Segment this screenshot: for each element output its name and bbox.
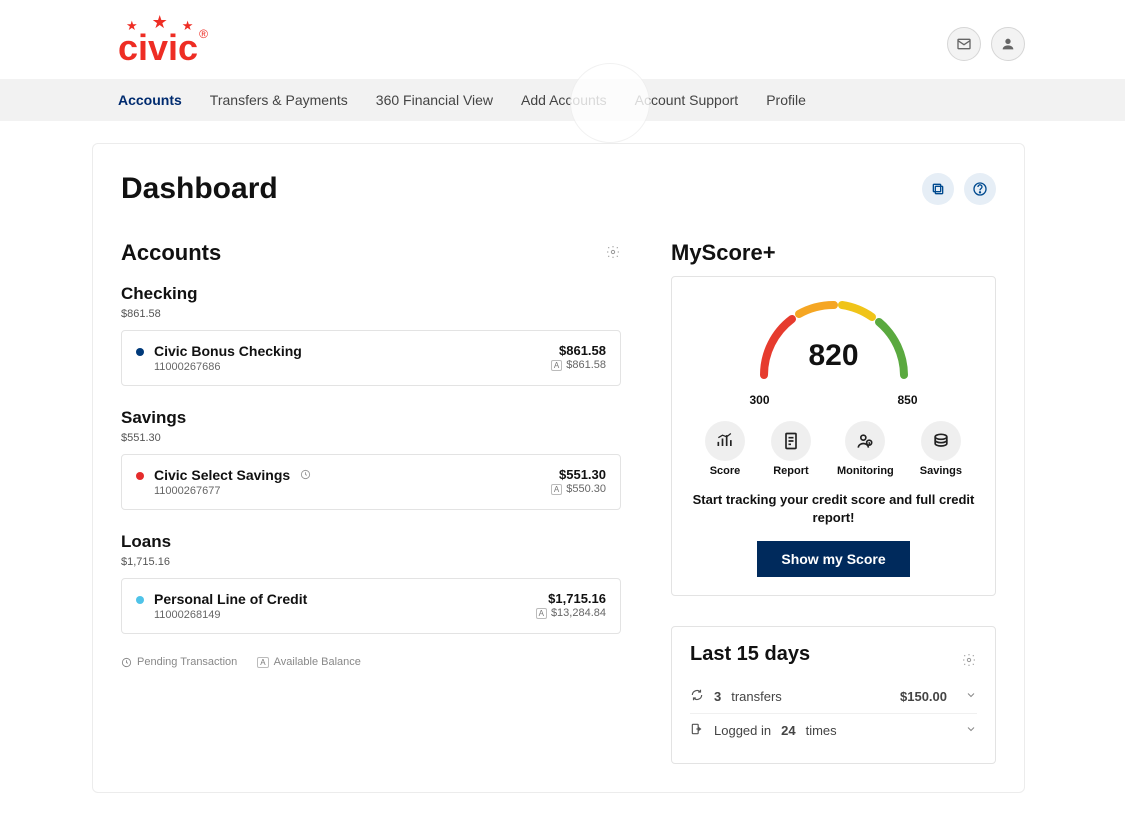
last15-settings-button[interactable] [961, 652, 977, 671]
account-row[interactable]: Civic Select Savings 11000267677 $551.30 A $… [121, 454, 621, 510]
activity-count: 3 [714, 689, 721, 704]
clock-icon [300, 469, 311, 483]
score-min: 300 [750, 393, 770, 407]
account-available: $550.30 [566, 483, 606, 495]
account-available: $13,284.84 [551, 607, 606, 619]
score-value: 820 [744, 339, 924, 373]
mail-button[interactable] [947, 27, 981, 61]
account-number: 11000268149 [154, 609, 307, 621]
activity-count: 24 [781, 723, 795, 738]
last-15-title: Last 15 days [690, 643, 810, 666]
logo-text: civic [118, 27, 198, 68]
page-title: Dashboard [121, 172, 278, 206]
copy-icon [930, 181, 946, 197]
login-icon [690, 722, 704, 739]
group-title-savings: Savings [121, 408, 621, 428]
show-score-button[interactable]: Show my Score [757, 541, 909, 577]
bars-icon [705, 421, 745, 461]
account-name: Civic Bonus Checking [154, 343, 302, 359]
account-name: Civic Select Savings [154, 467, 311, 483]
account-available: $861.58 [566, 359, 606, 371]
account-dot-icon [136, 472, 144, 480]
chevron-down-icon[interactable] [965, 723, 977, 738]
group-total: $1,715.16 [121, 556, 621, 568]
score-gauge: 820 [744, 295, 924, 385]
score-action-label: Report [773, 465, 808, 477]
gear-icon [605, 244, 621, 260]
nav-account-support[interactable]: Account Support [635, 79, 739, 121]
profile-button[interactable] [991, 27, 1025, 61]
available-badge-icon: A [536, 608, 547, 619]
account-number: 11000267677 [154, 485, 311, 497]
account-number: 11000267686 [154, 361, 302, 373]
help-icon [972, 181, 988, 197]
legend-pending: Pending Transaction [121, 656, 237, 668]
legend-available: A Available Balance [257, 656, 361, 668]
myscore-heading: MyScore+ [671, 240, 996, 266]
activity-row[interactable]: 3transfers$150.00 [690, 680, 977, 713]
main-nav: Accounts Transfers & Payments 360 Financia… [0, 79, 1125, 121]
group-total: $551.30 [121, 432, 621, 444]
copy-button[interactable] [922, 173, 954, 205]
activity-amount: $150.00 [900, 689, 947, 704]
activity-row[interactable]: Logged in24times [690, 713, 977, 747]
registered-icon: ® [199, 27, 208, 41]
nav-highlight-circle [570, 63, 650, 143]
account-balance: $551.30 [551, 467, 606, 482]
help-button[interactable] [964, 173, 996, 205]
score-action-label: Savings [920, 465, 962, 477]
chevron-down-icon[interactable] [965, 689, 977, 704]
refresh-icon [690, 688, 704, 705]
myscore-card: 820 300 850 Score Report Monitoring Savings… [671, 276, 996, 596]
mail-icon [956, 36, 972, 52]
gear-icon [961, 652, 977, 668]
score-max: 850 [897, 393, 917, 407]
group-title-checking: Checking [121, 284, 621, 304]
civic-logo: ★ ★ ★ civic® [118, 18, 208, 69]
score-action-savings[interactable]: Savings [920, 421, 962, 477]
available-badge-icon: A [551, 484, 562, 495]
account-dot-icon [136, 596, 144, 604]
person-icon [845, 421, 885, 461]
group-total: $861.58 [121, 308, 621, 320]
account-name: Personal Line of Credit [154, 591, 307, 607]
group-title-loans: Loans [121, 532, 621, 552]
nav--financial-view[interactable]: 360 Financial View [376, 79, 493, 121]
myscore-text: Start tracking your credit score and ful… [692, 491, 975, 527]
account-balance: $861.58 [551, 343, 606, 358]
clock-icon [121, 657, 132, 668]
account-row[interactable]: Personal Line of Credit 11000268149 $1,715… [121, 578, 621, 634]
nav-accounts[interactable]: Accounts [118, 79, 182, 121]
score-action-monitoring[interactable]: Monitoring [837, 421, 894, 477]
coins-icon [921, 421, 961, 461]
score-action-label: Monitoring [837, 465, 894, 477]
account-row[interactable]: Civic Bonus Checking 11000267686 $861.58 A $… [121, 330, 621, 386]
score-action-score[interactable]: Score [705, 421, 745, 477]
score-action-label: Score [710, 465, 741, 477]
account-balance: $1,715.16 [536, 591, 606, 606]
accounts-heading: Accounts [121, 240, 221, 266]
last-15-card: Last 15 days 3transfers$150.00Logged in2… [671, 626, 996, 764]
available-badge-icon: A [551, 360, 562, 371]
score-action-report[interactable]: Report [771, 421, 811, 477]
doc-icon [771, 421, 811, 461]
account-dot-icon [136, 348, 144, 356]
user-icon [1000, 36, 1016, 52]
nav-transfers-payments[interactable]: Transfers & Payments [210, 79, 348, 121]
available-badge-icon: A [257, 657, 268, 668]
nav-profile[interactable]: Profile [766, 79, 806, 121]
accounts-settings-button[interactable] [605, 244, 621, 263]
